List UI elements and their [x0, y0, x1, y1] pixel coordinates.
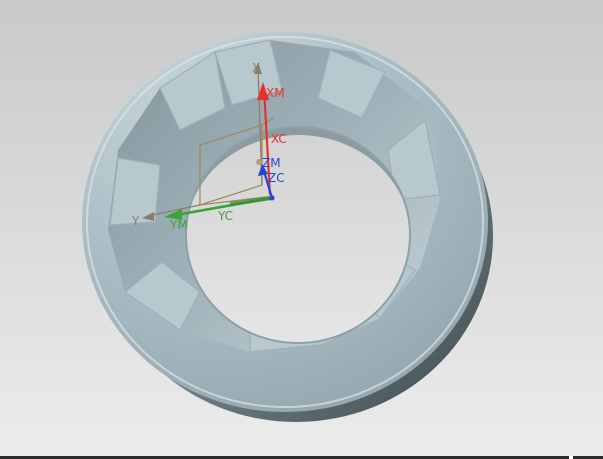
label-y: Y: [131, 214, 140, 228]
label-ym: YM: [169, 218, 188, 232]
label-x: X: [252, 61, 260, 75]
label-zm: ZM: [262, 156, 281, 170]
ring-model[interactable]: [82, 32, 493, 422]
label-xm: XM: [266, 86, 285, 100]
model-canvas[interactable]: X Y XM XC ZM ZC YM YC: [0, 0, 603, 459]
label-xc: XC: [271, 132, 287, 146]
label-zc: ZC: [268, 171, 285, 185]
label-yc: YC: [217, 209, 233, 223]
origin-marker[interactable]: [269, 195, 275, 201]
graphics-viewport[interactable]: X Y XM XC ZM ZC YM YC: [0, 0, 603, 459]
